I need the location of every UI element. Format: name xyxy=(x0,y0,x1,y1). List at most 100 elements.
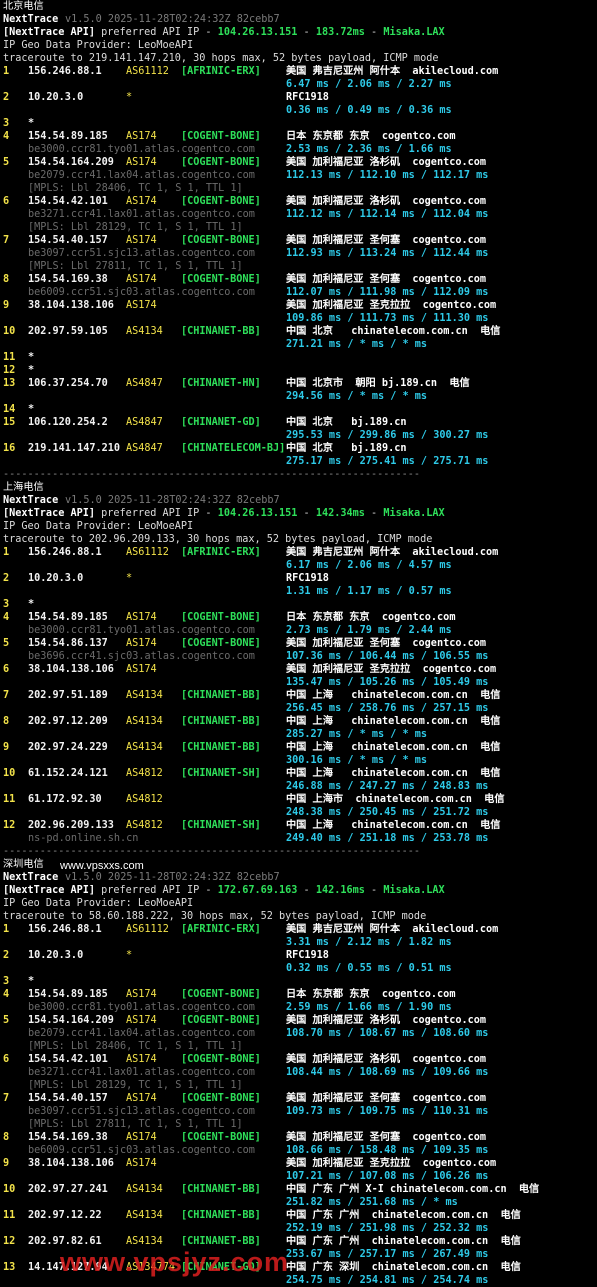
hop-tag: [AFRINIC-ERX] xyxy=(181,66,261,77)
hop-number: 15 xyxy=(3,417,16,428)
hop-detail-row: 285.27 ms / * ms / * ms xyxy=(3,728,597,741)
version-text: v1.5.0 2025-11-28T02:24:32Z 82cebb7 xyxy=(65,872,280,883)
hop-asn: AS174 xyxy=(126,274,157,285)
hop-geo: 美国 加利福尼亚 圣何塞 cogentco.com xyxy=(286,638,487,649)
hop-number: 11 xyxy=(3,1210,16,1221)
hop-geo: 日本 东京都 东京 cogentco.com xyxy=(286,989,456,1000)
hop-number: 1 xyxy=(3,924,10,935)
hop-asn: AS4134 xyxy=(126,690,163,701)
hop-geo: 中国 上海 chinatelecom.com.cn 电信 xyxy=(286,716,501,727)
terminal-output: 北京电信 NextTrace v1.5.0 2025-11-28T02:24:32Z… xyxy=(0,0,597,1287)
hop-geo: 中国 广东 广州 chinatelecom.com.cn 电信 xyxy=(286,1210,521,1221)
hop-rtt: 254.75 ms / 254.81 ms / 254.74 ms xyxy=(286,1275,489,1286)
hop-detail-row: 109.86 ms / 111.73 ms / 111.30 ms xyxy=(3,312,597,325)
hop-tag: [COGENT-BONE] xyxy=(181,157,261,168)
hop-rtt: 109.73 ms / 109.75 ms / 110.31 ms xyxy=(286,1106,489,1117)
hop-tag: [COGENT-BONE] xyxy=(181,1132,261,1143)
hop-number: 2 xyxy=(3,92,10,103)
hop-ip: 10.20.3.0 xyxy=(28,573,84,584)
hop-geo: 美国 加利福尼亚 圣克拉拉 cogentco.com xyxy=(286,664,497,675)
hop-row: 10 61.152.24.121 AS4812 [CHINANET-SH] 中国 上海 … xyxy=(3,767,597,780)
hop-detail-row: 294.56 ms / * ms / * ms xyxy=(3,390,597,403)
hop-rtt: 108.44 ms / 108.69 ms / 109.66 ms xyxy=(286,1067,489,1078)
hop-ip: 202.97.27.241 xyxy=(28,1184,108,1195)
api-dash2: - xyxy=(364,27,384,38)
hop-rtt: 112.12 ms / 112.14 ms / 112.04 ms xyxy=(286,209,489,220)
hop-row: 4 154.54.89.185 AS174 [COGENT-BONE] 日本 东京都 东… xyxy=(3,611,597,624)
hop-ip: 202.97.12.22 xyxy=(28,1210,102,1221)
watermark-big: www.vpsjyz.com xyxy=(60,1247,290,1277)
hop-tag: [COGENT-BONE] xyxy=(181,612,261,623)
hop-rtt: 256.45 ms / 258.76 ms / 257.15 ms xyxy=(286,703,489,714)
hop-asn: AS4134 xyxy=(126,326,163,337)
api-line: [NextTrace API] preferred API IP - 104.2… xyxy=(3,26,597,39)
version-text: v1.5.0 2025-11-28T02:24:32Z 82cebb7 xyxy=(65,495,280,506)
geo-provider: IP Geo Data Provider: LeoMoeAPI xyxy=(3,40,194,51)
section-title: 北京电信 xyxy=(3,0,597,13)
hop-ip: 38.104.138.106 xyxy=(28,664,114,675)
hop-detail-row: be6009.ccr51.sjc03.atlas.cogentco.com 112… xyxy=(3,286,597,299)
hop-ip: * xyxy=(28,352,35,363)
hop-ip: 154.54.169.38 xyxy=(28,274,108,285)
api-ip: 172.67.69.163 xyxy=(217,885,298,896)
separator: ----------------------------------------… xyxy=(3,468,597,481)
hop-mpls: [MPLS: Lbl 28129, TC 1, S 1, TTL 1] xyxy=(28,1080,243,1091)
api-dash: - xyxy=(297,885,316,896)
api-prefix: [NextTrace API] xyxy=(3,885,96,896)
hop-mpls-row: [MPLS: Lbl 28129, TC 1, S 1, TTL 1] xyxy=(3,221,597,234)
hop-rtt: 108.66 ms / 158.48 ms / 109.35 ms xyxy=(286,1145,489,1156)
hop-ip: 154.54.40.157 xyxy=(28,1093,108,1104)
hop-number: 5 xyxy=(3,157,10,168)
geo-provider: IP Geo Data Provider: LeoMoeAPI xyxy=(3,898,194,909)
section-title-text: 上海电信 xyxy=(3,482,44,493)
hop-row: 10 202.97.27.241 AS4134 [CHINANET-BB] 中国 广东 … xyxy=(3,1183,597,1196)
hop-geo: 中国 上海 chinatelecom.com.cn 电信 xyxy=(286,690,501,701)
hop-mpls: [MPLS: Lbl 27811, TC 1, S 1, TTL 1] xyxy=(28,1119,243,1130)
hop-rtt: 285.27 ms / * ms / * ms xyxy=(286,729,428,740)
hop-number: 10 xyxy=(3,1184,16,1195)
api-prefix: [NextTrace API] xyxy=(3,508,96,519)
hop-geo: 中国 广东 广州 chinatelecom.com.cn 电信 xyxy=(286,1236,521,1247)
hop-asn: AS174 xyxy=(126,612,157,623)
hop-ip: 202.97.12.209 xyxy=(28,716,108,727)
hop-detail-row: 135.47 ms / 105.26 ms / 105.49 ms xyxy=(3,676,597,689)
hop-asn: AS61112 xyxy=(126,66,169,77)
hop-geo: 美国 加利福尼亚 圣克拉拉 cogentco.com xyxy=(286,300,497,311)
traceroute-line: traceroute to 219.141.147.210, 30 hops m… xyxy=(3,52,597,65)
hop-tag: [COGENT-BONE] xyxy=(181,1093,261,1104)
hop-tag: [CHINANET-BB] xyxy=(181,690,261,701)
hop-row: 11 61.172.92.30 AS4812 中国 上海市 chinatelecom.… xyxy=(3,793,597,806)
api-dash2: - xyxy=(364,508,384,519)
separator-line: ----------------------------------------… xyxy=(3,469,421,480)
hop-geo: 美国 加利福尼亚 圣克拉拉 cogentco.com xyxy=(286,1158,497,1169)
hop-number: 11 xyxy=(3,794,16,805)
hop-detail-row: be6009.ccr51.sjc03.atlas.cogentco.com 108… xyxy=(3,1144,597,1157)
hop-rtt: 300.16 ms / * ms / * ms xyxy=(286,755,428,766)
api-dash: - xyxy=(297,508,316,519)
hop-row: 14 * xyxy=(3,403,597,416)
hop-mpls-row: [MPLS: Lbl 28129, TC 1, S 1, TTL 1] xyxy=(3,1079,597,1092)
hop-ip: 154.54.89.185 xyxy=(28,131,108,142)
api-ms: 142.34ms xyxy=(315,508,365,519)
hop-row: 15 106.120.254.2 AS4847 [CHINANET-GD] 中国 北京 … xyxy=(3,416,597,429)
hop-number: 7 xyxy=(3,690,10,701)
hop-row: 12 * xyxy=(3,364,597,377)
hop-ip: 154.54.169.38 xyxy=(28,1132,108,1143)
hop-row: 8 154.54.169.38 AS174 [COGENT-BONE] 美国 加利福尼亚… xyxy=(3,1131,597,1144)
hop-ip: * xyxy=(28,118,35,129)
hop-tag: [CHINANET-HN] xyxy=(181,378,261,389)
hop-detail-row: be3097.ccr51.sjc13.atlas.cogentco.com 109… xyxy=(3,1105,597,1118)
hop-ip: 61.172.92.30 xyxy=(28,794,102,805)
hop-number: 6 xyxy=(3,664,10,675)
hop-ip: 202.97.51.189 xyxy=(28,690,108,701)
hop-hostname: be2079.ccr41.lax04.atlas.cogentco.com xyxy=(28,170,255,181)
hop-detail-row: be3000.ccr81.tyo01.atlas.cogentco.com 2.7… xyxy=(3,624,597,637)
hop-row: 2 10.20.3.0 * RFC1918 xyxy=(3,91,597,104)
hop-ip: 219.141.147.210 xyxy=(28,443,121,454)
hop-number: 1 xyxy=(3,547,10,558)
api-dash: - xyxy=(297,27,316,38)
hop-tag: [CHINANET-SH] xyxy=(181,768,261,779)
hop-tag: [COGENT-BONE] xyxy=(181,235,261,246)
hop-row: 12 202.96.209.133 AS4812 [CHINANET-SH] 中国 上海… xyxy=(3,819,597,832)
hop-asn: AS174 xyxy=(126,1093,157,1104)
